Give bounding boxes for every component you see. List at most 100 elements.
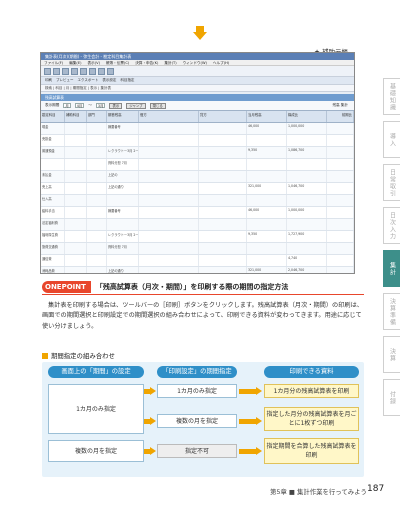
toolbar-button[interactable]: 印刷 (45, 78, 52, 83)
period-form: 表示期間 月 4月 ～ 3月 表示 ジャンプ 閉じる 残高 集計 (41, 101, 354, 110)
table-cell (247, 159, 287, 170)
column-header[interactable]: 構成比 (287, 111, 327, 122)
table-cell (199, 171, 247, 182)
table-cell (87, 207, 107, 218)
period-select[interactable]: 月 (63, 103, 71, 108)
table-cell (139, 171, 199, 182)
table-row[interactable]: 消耗品費 上記の通り 321,000 2,046,700 (41, 267, 354, 273)
table-cell (199, 231, 247, 242)
table-cell (287, 159, 327, 170)
table-cell (139, 243, 199, 254)
result-single-month-box: 1カ月分の残高試算表を印刷 (264, 384, 359, 398)
side-tab[interactable]: 日次入力 (383, 207, 400, 244)
column-header[interactable]: 期首残高 (107, 111, 139, 122)
table-row[interactable]: 資料分担 7月 (41, 159, 354, 171)
table-row[interactable]: 仕入高 (41, 195, 354, 207)
table-cell (107, 195, 139, 206)
table-cell (65, 123, 87, 134)
table-cell (327, 267, 354, 273)
table-cell (65, 147, 87, 158)
table-cell (199, 267, 247, 273)
table-cell (65, 195, 87, 206)
diagram-subhead: 期間指定の組み合わせ (42, 351, 115, 360)
settings-icon[interactable] (98, 67, 105, 75)
column-header[interactable]: 補助科目 (65, 111, 87, 122)
side-tab[interactable]: 日常取引 (383, 164, 400, 201)
table-row[interactable]: 通信費 4,740 (41, 255, 354, 267)
menu-item[interactable]: 帳簿・伝票(C) (106, 60, 129, 65)
toolbar-button[interactable]: エクスポート (78, 78, 99, 83)
table-row[interactable]: 普通預金 レクラウトー3月 2ーぼーろ 9,3501,086,700 (41, 147, 354, 159)
column-header[interactable]: 借方 (139, 111, 199, 122)
save-icon[interactable] (62, 67, 69, 75)
column-header[interactable]: 前期比 (327, 111, 354, 122)
menu-item[interactable]: 決算・申告(K) (135, 60, 158, 65)
table-cell (327, 147, 354, 158)
side-tab[interactable]: 決算 (383, 336, 400, 373)
show-button[interactable]: 表示 (109, 102, 123, 109)
table-cell (139, 135, 199, 146)
menu-item[interactable]: 集計(T) (164, 60, 176, 65)
column-header[interactable]: 貸方 (199, 111, 247, 122)
table-row[interactable]: 売掛金 (41, 135, 354, 147)
subhead-text: 期間指定の組み合わせ (51, 352, 115, 360)
table-cell (139, 147, 199, 158)
print-icon[interactable] (71, 67, 78, 75)
side-tab[interactable]: 付録 (383, 379, 400, 416)
preview-icon[interactable] (80, 67, 87, 75)
print-multi-month-box: 複数の月を指定 (157, 414, 237, 428)
table-cell (139, 183, 199, 194)
table-cell: 4,740 (287, 255, 327, 266)
table-row[interactable]: 給料手当 摘要番号 46,000 1,000,000 (41, 207, 354, 219)
table-row[interactable]: 法定福利費 (41, 219, 354, 231)
table-cell: 旅費交通費 (41, 243, 65, 254)
table-cell (199, 123, 247, 134)
menu-item[interactable]: ヘルプ(H) (213, 60, 229, 65)
menu-item[interactable]: 表示(V) (88, 60, 100, 65)
table-row[interactable]: 現金 摘要番号 46,000 1,000,000 (41, 123, 354, 135)
table-cell (327, 219, 354, 230)
to-month-select[interactable]: 3月 (95, 103, 106, 108)
column-header[interactable]: 勘定科目 (41, 111, 65, 122)
toolbar-button[interactable]: プレビュー (56, 78, 74, 83)
column-header[interactable]: 部門 (87, 111, 107, 122)
menu-item[interactable]: ウィンドウ(W) (183, 60, 207, 65)
table-cell (327, 243, 354, 254)
print-single-month-box: 1カ月のみ指定 (157, 384, 237, 398)
table-cell (247, 171, 287, 182)
table-cell: 未払金 (41, 171, 65, 182)
table-cell: 上記の通り (107, 183, 139, 194)
help-icon[interactable] (107, 67, 114, 75)
column-header[interactable]: 当月残高 (247, 111, 287, 122)
table-row[interactable]: 福利厚生費 レクラウトー3月 2ーぼーろ 9,3501,727,900 (41, 231, 354, 243)
table-cell (139, 123, 199, 134)
table-cell (287, 243, 327, 254)
menu-item[interactable]: 編集(E) (69, 60, 81, 65)
open-icon[interactable] (53, 67, 60, 75)
table-cell (199, 255, 247, 266)
table-cell (87, 243, 107, 254)
table-row[interactable]: 旅費交通費 資料分担 7月 (41, 243, 354, 255)
new-icon[interactable] (44, 67, 51, 75)
table-cell: レクラウトー3月 2ーぼーろ (107, 147, 139, 158)
table-cell (199, 243, 247, 254)
side-tab[interactable]: 導入 (383, 121, 400, 158)
side-tab[interactable]: 基礎知識 (383, 78, 400, 115)
toolbar-button[interactable]: 科目指定 (120, 78, 134, 83)
jump-button[interactable]: ジャンプ (126, 102, 146, 109)
table-cell: 売掛金 (41, 135, 65, 146)
table-cell (199, 183, 247, 194)
menu-item[interactable]: ファイル(F) (44, 60, 63, 65)
export-icon[interactable] (89, 67, 96, 75)
toolbar-button[interactable]: 表示設定 (102, 78, 116, 83)
table-row[interactable]: 売上高 上記の通り 321,000 1,046,700 (41, 183, 354, 195)
table-row[interactable]: 未払金 上記の (41, 171, 354, 183)
from-month-select[interactable]: 4月 (74, 103, 85, 108)
table-cell (87, 183, 107, 194)
table-cell (199, 219, 247, 230)
close-button[interactable]: 閉じる (149, 102, 166, 109)
table-cell (65, 159, 87, 170)
side-tab[interactable]: 集計 (383, 250, 400, 287)
side-tab[interactable]: 決算準備 (383, 293, 400, 330)
table-cell: 給料手当 (41, 207, 65, 218)
